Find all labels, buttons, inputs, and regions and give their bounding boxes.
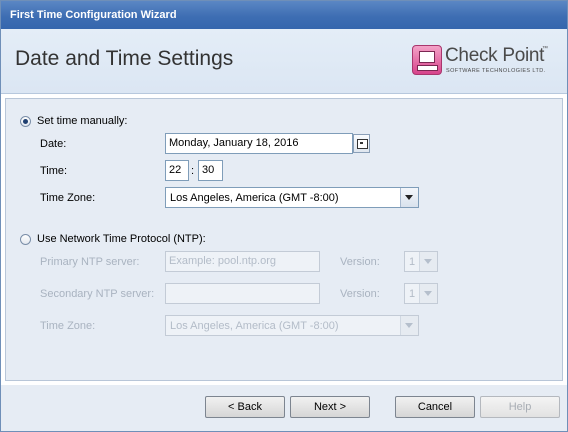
use-ntp-label[interactable]: Use Network Time Protocol (NTP):: [37, 233, 206, 245]
page-title: Date and Time Settings: [15, 47, 234, 70]
date-label: Date:: [40, 138, 67, 150]
ntp-timezone-select[interactable]: Los Angeles, America (GMT -8:00): [165, 315, 419, 336]
chevron-down-icon[interactable]: [400, 188, 418, 207]
chevron-down-icon[interactable]: [419, 252, 437, 271]
back-button[interactable]: < Back: [205, 396, 285, 418]
next-button[interactable]: Next >: [290, 396, 370, 418]
secondary-version-label: Version:: [340, 288, 380, 300]
wizard-header: Date and Time Settings Check Point ™ SOF…: [1, 29, 567, 94]
logo-subtitle: SOFTWARE TECHNOLOGIES LTD.: [446, 68, 546, 74]
chevron-down-icon[interactable]: [400, 316, 418, 335]
primary-ntp-label: Primary NTP server:: [40, 256, 140, 268]
time-separator: :: [191, 165, 195, 177]
primary-version-value: 1: [409, 256, 416, 268]
ntp-timezone-label: Time Zone:: [40, 320, 96, 332]
set-time-manually-label[interactable]: Set time manually:: [37, 115, 127, 127]
help-button[interactable]: Help: [480, 396, 560, 418]
use-ntp-radio[interactable]: [20, 234, 31, 245]
cancel-button[interactable]: Cancel: [395, 396, 475, 418]
logo-icon: [412, 45, 442, 75]
timezone-label: Time Zone:: [40, 192, 96, 204]
logo-name: Check Point: [445, 45, 545, 66]
time-minute-field[interactable]: 30: [198, 160, 223, 181]
primary-version-select[interactable]: 1: [404, 251, 438, 272]
time-label: Time:: [40, 165, 68, 177]
ntp-timezone-value: Los Angeles, America (GMT -8:00): [170, 320, 339, 332]
secondary-ntp-label: Secondary NTP server:: [40, 288, 155, 300]
secondary-version-value: 1: [409, 288, 416, 300]
timezone-value: Los Angeles, America (GMT -8:00): [170, 192, 339, 204]
chevron-down-icon[interactable]: [419, 284, 437, 303]
title-bar[interactable]: First Time Configuration Wizard: [1, 1, 567, 29]
secondary-version-select[interactable]: 1: [404, 283, 438, 304]
calendar-icon: [357, 139, 368, 149]
set-time-manually-radio[interactable]: [20, 116, 31, 127]
window-title: First Time Configuration Wizard: [10, 9, 177, 21]
date-field[interactable]: Monday, January 18, 2016: [165, 133, 353, 154]
primary-ntp-input[interactable]: Example: pool.ntp.org: [165, 251, 320, 272]
primary-version-label: Version:: [340, 256, 380, 268]
logo-trademark: ™: [542, 46, 548, 52]
check-point-logo: Check Point ™ SOFTWARE TECHNOLOGIES LTD.: [410, 43, 560, 77]
secondary-ntp-input[interactable]: [165, 283, 320, 304]
time-hour-field[interactable]: 22: [165, 160, 189, 181]
timezone-select[interactable]: Los Angeles, America (GMT -8:00): [165, 187, 419, 208]
wizard-window: First Time Configuration Wizard Date and…: [0, 0, 568, 432]
calendar-button[interactable]: [353, 134, 370, 153]
